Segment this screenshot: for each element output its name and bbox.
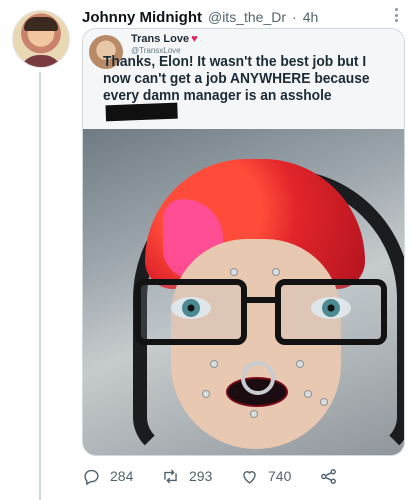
right-eye — [311, 297, 351, 319]
quoted-author-name: Trans Love ♥ — [131, 33, 198, 45]
more-icon[interactable] — [395, 8, 399, 22]
piercing-stud — [321, 399, 327, 405]
retweet-count: 293 — [189, 468, 213, 484]
reply-button[interactable]: 284 — [82, 467, 161, 486]
left-eye — [171, 297, 211, 319]
share-button[interactable] — [319, 467, 398, 486]
glasses — [135, 279, 387, 345]
retweet-icon — [164, 469, 177, 483]
like-button[interactable]: 740 — [240, 467, 319, 486]
heart-icon: ♥ — [191, 33, 198, 45]
piercing-stud — [231, 269, 237, 275]
piercing-stud — [273, 269, 279, 275]
author-handle[interactable]: @its_the_Dr — [208, 9, 286, 25]
avatar-hair — [24, 17, 58, 31]
piercing-stud — [305, 391, 311, 397]
reply-icon — [84, 469, 99, 485]
quoted-author-label: Trans Love — [131, 33, 190, 45]
timestamp[interactable]: 4h — [303, 9, 319, 25]
redaction-bar — [105, 102, 178, 122]
quoted-text: Thanks, Elon! It wasn't the best job but… — [103, 53, 370, 122]
selfie-photo — [83, 129, 404, 455]
share-icon — [321, 468, 336, 484]
thread-line — [39, 72, 41, 500]
nose-ring — [241, 361, 275, 395]
avatar[interactable] — [12, 10, 70, 68]
tweet-header: Johnny Midnight @its_the_Dr · 4h — [82, 6, 403, 28]
piercing-stud — [203, 391, 209, 397]
like-count: 740 — [268, 468, 292, 484]
separator: · — [292, 9, 297, 25]
like-icon — [243, 470, 256, 484]
glasses-bridge — [241, 297, 275, 303]
author-name[interactable]: Johnny Midnight — [82, 9, 202, 26]
piercing-stud — [211, 361, 217, 367]
tweet-media[interactable]: Trans Love ♥ @TransxLove Thanks, Elon! It… — [82, 28, 405, 456]
piercing-stud — [251, 411, 257, 417]
retweet-button[interactable]: 293 — [161, 467, 240, 486]
quoted-post: Trans Love ♥ @TransxLove Thanks, Elon! It… — [83, 29, 404, 129]
piercing-stud — [297, 361, 303, 367]
avatar-shirt — [19, 55, 63, 67]
tweet-actions: 284 293 740 — [82, 462, 403, 490]
reply-count: 284 — [110, 468, 134, 484]
quoted-text-body: Thanks, Elon! It wasn't the best job but… — [103, 53, 370, 104]
